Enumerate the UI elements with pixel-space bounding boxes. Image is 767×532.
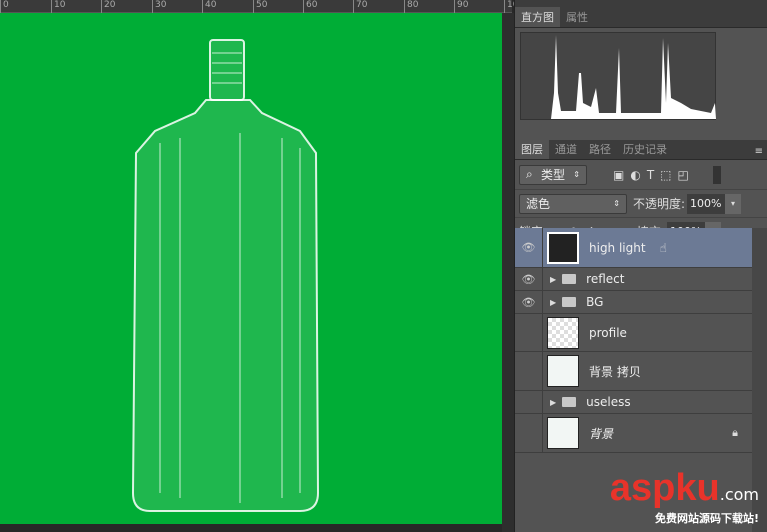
opacity-dropdown[interactable]: ▾ (725, 193, 742, 214)
histogram-tabs: 直方图 属性 (515, 7, 767, 28)
layer-panel-tabs: 图层 通道 路径 历史记录 ≡ (515, 139, 767, 160)
layer-name: 背景 拷贝 (589, 364, 641, 379)
layer-filter-select[interactable]: ⌕ 类型 ⇕ (519, 164, 587, 185)
blend-mode-value: 滤色 (526, 197, 551, 211)
histogram (520, 32, 716, 120)
layer-name: profile (589, 325, 627, 340)
folder-icon (562, 274, 577, 284)
expand-arrow-icon[interactable]: ▶ (550, 298, 556, 307)
opacity-label: 不透明度: (633, 197, 686, 211)
layer-thumbnail (547, 316, 579, 349)
pixel-filter-icon[interactable]: ▣ (613, 168, 624, 182)
horizontal-ruler: 0 10 20 30 40 50 60 70 80 90 10 (0, 0, 518, 13)
tab-histogram[interactable]: 直方图 (515, 7, 560, 27)
smartobject-filter-icon[interactable]: ◰ (678, 168, 689, 182)
panel-menu-icon[interactable]: ≡ (751, 144, 767, 159)
folder-icon (562, 397, 577, 407)
visibility-toggle[interactable] (515, 314, 543, 351)
vertical-scrollbar[interactable] (502, 13, 514, 532)
adjustment-filter-icon[interactable]: ◐ (630, 168, 640, 182)
ruler-tick: 40 (202, 0, 216, 13)
layer-group-bg[interactable]: 👁︎ ▶ BG (515, 291, 752, 314)
layer-background-copy[interactable]: 背景 拷贝 (515, 352, 752, 391)
layer-name: BG (586, 295, 604, 309)
eye-icon[interactable]: 👁︎ (515, 228, 543, 267)
layer-name: reflect (586, 272, 625, 286)
tab-paths[interactable]: 路径 (583, 139, 617, 159)
layer-thumbnail (547, 417, 579, 449)
ruler-tick: 90 (454, 0, 468, 13)
tab-channels[interactable]: 通道 (549, 139, 583, 159)
visibility-toggle[interactable] (515, 391, 543, 413)
ruler-tick: 50 (253, 0, 267, 13)
watermark-subtitle: 免费网站源码下载站! (654, 512, 759, 525)
search-icon: ⌕ (526, 167, 533, 181)
glass-bottle-image (131, 39, 320, 512)
blend-mode-select[interactable]: 滤色 ⇕ (519, 193, 627, 214)
lock-icon: 🔒︎ (732, 426, 738, 439)
expand-arrow-icon[interactable]: ▶ (550, 275, 556, 284)
folder-icon (562, 297, 577, 307)
layer-name: useless (586, 395, 631, 409)
ruler-tick: 0 (0, 0, 9, 13)
ruler-tick: 30 (152, 0, 166, 13)
layer-profile[interactable]: profile (515, 314, 752, 352)
layer-name: high light (589, 240, 646, 255)
filter-label: 类型 (541, 168, 566, 182)
ruler-tick: 20 (101, 0, 115, 13)
shape-filter-icon[interactable]: ⬚ (660, 168, 671, 182)
layer-group-reflect[interactable]: 👁︎ ▶ reflect (515, 268, 752, 291)
layer-background[interactable]: 背景 🔒︎ (515, 414, 752, 453)
layer-thumbnail (547, 231, 579, 264)
layer-thumbnail (547, 355, 579, 387)
ruler-tick: 70 (353, 0, 367, 13)
visibility-toggle[interactable] (515, 352, 543, 390)
opacity-input[interactable]: 100% (687, 193, 726, 214)
watermark-tld: .com (719, 485, 759, 504)
layer-name: 背景 (589, 426, 614, 441)
watermark: aspku.com 免费网站源码下载站! (610, 467, 759, 526)
right-panel: 直方图 属性 图层 通道 路径 历史记录 ≡ ⌕ 类型 ⇕ ▣ ◐ T ⬚ ◰ 滤色… (514, 0, 767, 532)
layer-high-light[interactable]: 👁︎ high light ☝ (515, 228, 752, 268)
histogram-graph (521, 35, 716, 119)
eye-icon[interactable]: 👁︎ (515, 291, 543, 313)
tab-properties[interactable]: 属性 (560, 7, 594, 27)
ruler-tick: 60 (303, 0, 317, 13)
tab-history[interactable]: 历史记录 (617, 139, 673, 159)
document-canvas[interactable] (0, 13, 502, 524)
watermark-brand: aspku (609, 467, 720, 509)
ruler-tick: 80 (404, 0, 418, 13)
eye-icon[interactable]: 👁︎ (515, 268, 543, 290)
type-filter-icon[interactable]: T (647, 168, 654, 182)
visibility-toggle[interactable] (515, 414, 543, 452)
filter-toggle[interactable] (712, 165, 721, 184)
expand-arrow-icon[interactable]: ▶ (550, 398, 556, 407)
tab-layers[interactable]: 图层 (515, 139, 549, 159)
ruler-tick: 10 (51, 0, 65, 13)
hand-cursor-icon: ☝ (659, 240, 667, 255)
layer-group-useless[interactable]: ▶ useless (515, 391, 752, 414)
